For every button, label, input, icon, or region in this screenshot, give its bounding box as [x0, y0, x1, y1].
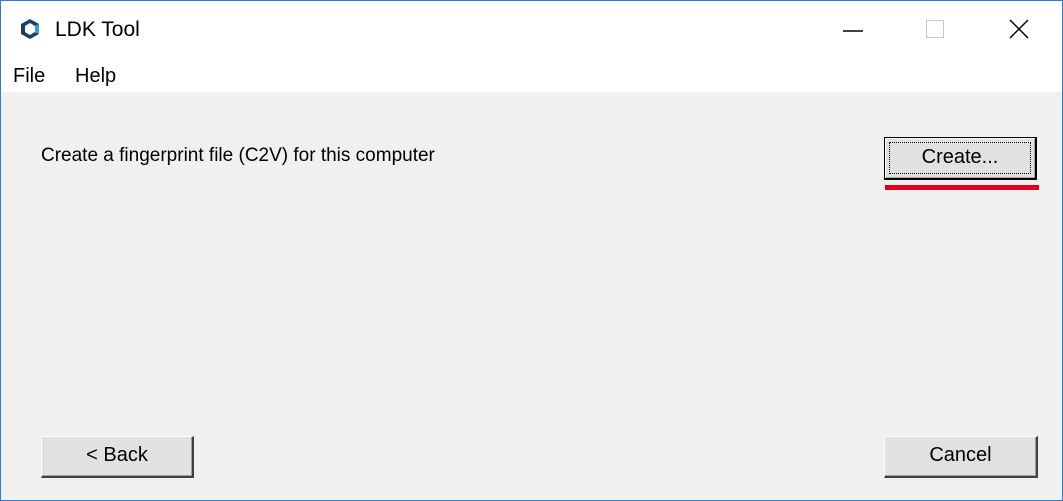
ldk-logo-icon [18, 17, 42, 41]
back-button-label: < Back [86, 444, 148, 466]
close-button[interactable] [979, 1, 1059, 57]
create-button-label: Create... [921, 146, 999, 168]
cancel-button-label: Cancel [929, 444, 992, 466]
cancel-button[interactable]: Cancel [884, 436, 1038, 478]
minimize-icon [843, 30, 863, 32]
fingerprint-prompt: Create a fingerprint file (C2V) for this… [41, 145, 435, 166]
content-area: Create a fingerprint file (C2V) for this… [1, 92, 1062, 500]
ldk-tool-window: LDK Tool File Help Create a fingerprint … [0, 0, 1063, 501]
menu-help[interactable]: Help [75, 63, 116, 89]
window-title: LDK Tool [55, 18, 140, 41]
menu-file[interactable]: File [13, 63, 45, 89]
close-icon [1009, 19, 1029, 39]
title-bar[interactable]: LDK Tool [1, 1, 1062, 57]
create-button[interactable]: Create... [884, 137, 1037, 180]
menu-bar: File Help [1, 59, 1062, 91]
minimize-button[interactable] [813, 1, 893, 57]
maximize-button[interactable] [895, 1, 975, 57]
red-highlight-underline [885, 185, 1039, 190]
maximize-icon [926, 20, 944, 38]
back-button[interactable]: < Back [41, 436, 194, 478]
